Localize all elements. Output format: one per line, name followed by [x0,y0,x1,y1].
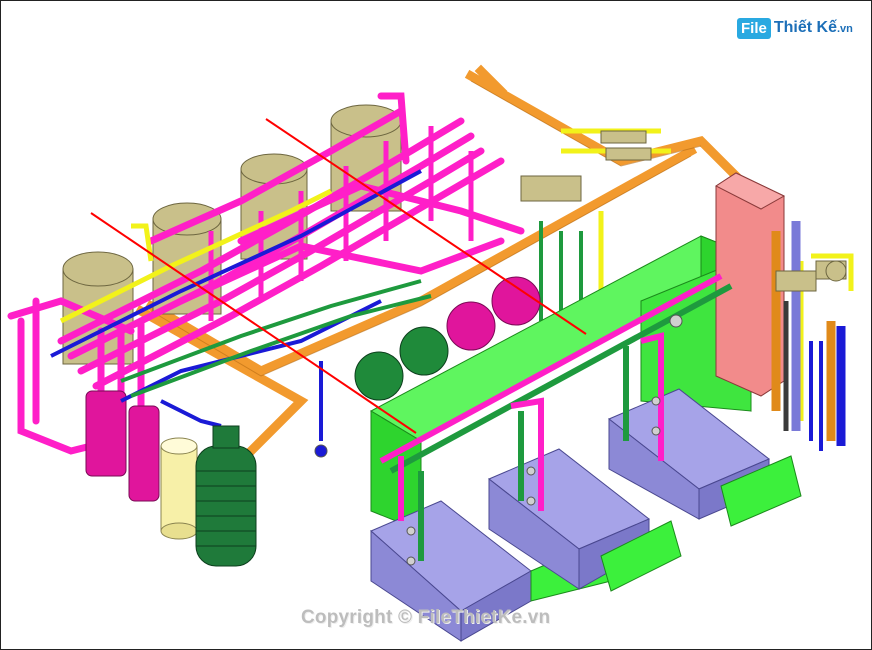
cad-viewport: File Thiết Kế.vn Copyright © FileThietKe… [0,0,872,650]
logo-icon: File [737,17,771,39]
hvac-isometric-drawing [7,64,854,642]
copyright-watermark: Copyright © FileThietKe.vn [301,607,551,628]
site-logo: File Thiết Kế.vn [737,15,853,41]
dark-green-vessel [195,425,257,567]
logo-text: Thiết Kế.vn [773,19,853,36]
expansion-tanks [85,390,160,502]
cream-vessel [160,437,198,540]
